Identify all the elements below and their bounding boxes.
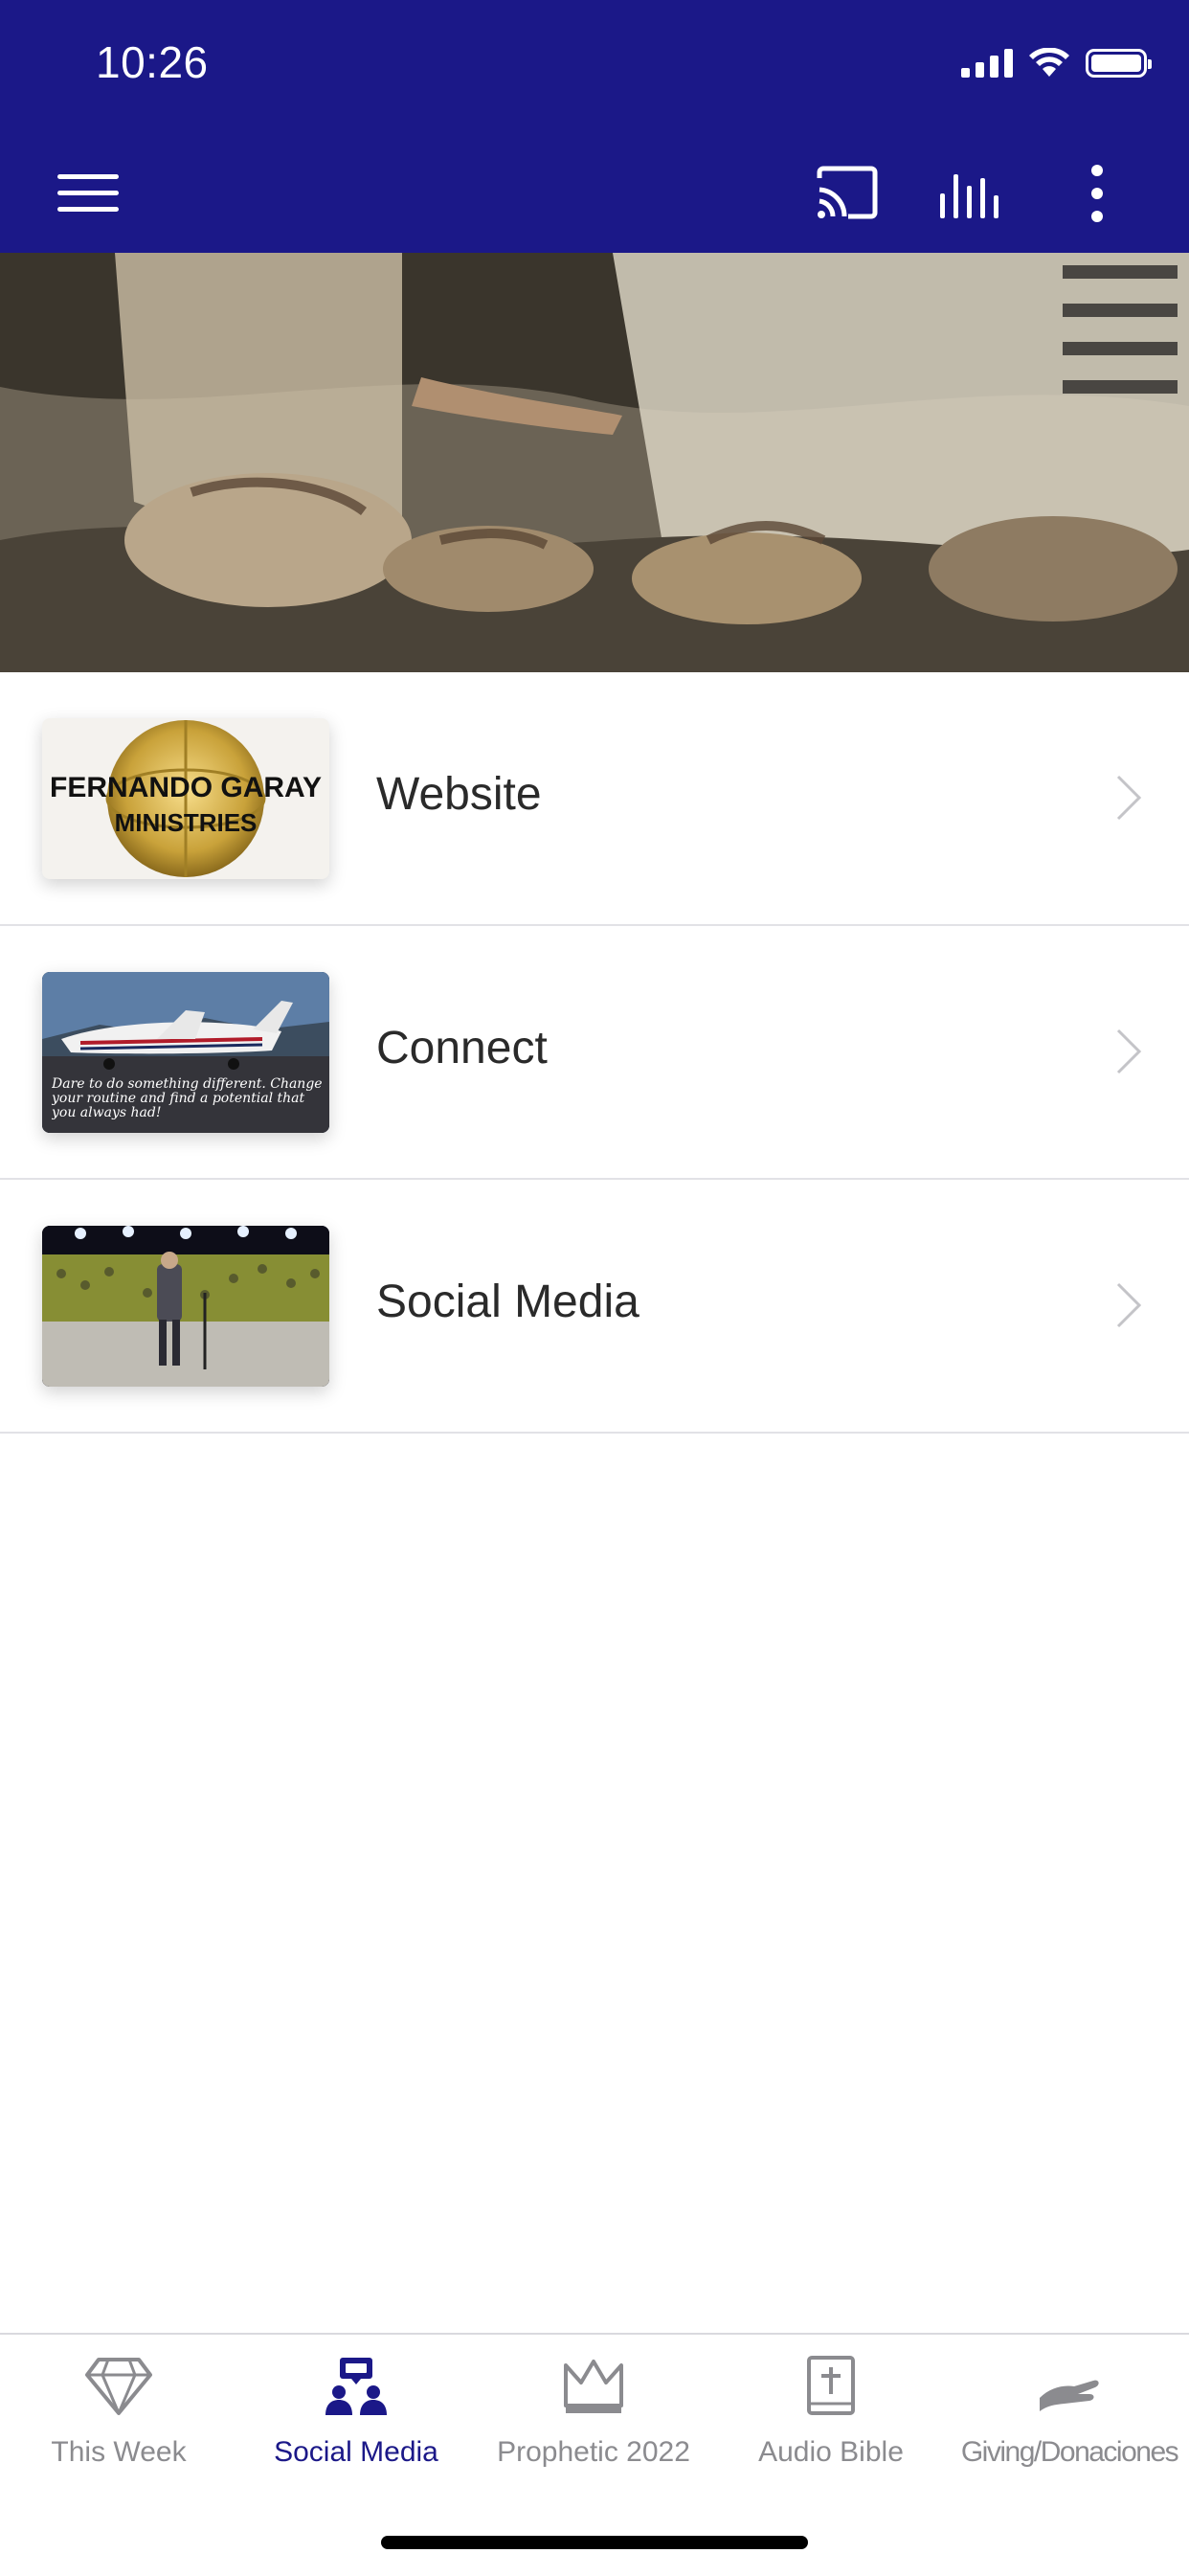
cellular-signal-icon [961,49,1013,78]
hero-banner-image [0,253,1189,672]
wifi-icon [1029,48,1069,77]
hamburger-menu-icon[interactable] [54,165,126,222]
status-bar: 10:26 [0,0,1189,134]
status-time: 10:26 [96,37,209,87]
list-item-connect[interactable]: Dare to do something different. Change y… [0,926,1189,1180]
website-thumbnail: FERNANDO GARAY MINISTRIES [42,718,329,879]
connect-thumbnail: Dare to do something different. Change y… [42,972,329,1133]
chevron-right-icon [1116,1282,1142,1328]
tab-label: Giving/Donaciones [960,2436,1179,2468]
tab-prophetic-2022[interactable]: Prophetic 2022 [475,2356,712,2509]
tab-label: This Week [51,2436,187,2468]
cast-icon[interactable] [812,161,881,226]
app-bar [0,134,1189,253]
chevron-right-icon [1116,1028,1142,1074]
list-item-label: Connect [376,1023,548,1073]
social-media-thumbnail [42,1226,329,1387]
battery-icon [1086,49,1152,78]
link-list: FERNANDO GARAY MINISTRIES Website Dare t… [0,672,1189,1434]
chevron-right-icon [1116,775,1142,821]
tab-this-week[interactable]: This Week [0,2356,237,2509]
giving-hand-icon [1040,2380,1099,2411]
list-item-label: Website [376,769,542,820]
home-indicator [381,2536,808,2549]
list-item-website[interactable]: FERNANDO GARAY MINISTRIES Website [0,672,1189,926]
tab-giving[interactable]: Giving/Donaciones [950,2356,1189,2509]
audio-bars-icon[interactable] [936,161,1005,226]
more-vertical-icon[interactable] [1063,161,1132,226]
list-item-label: Social Media [376,1277,639,1327]
crown-icon [564,2360,623,2413]
hero-illustration [0,253,1189,672]
tab-label: Social Media [274,2436,438,2468]
list-item-social-media[interactable]: Social Media [0,1180,1189,1434]
status-icons [961,48,1152,79]
tab-audio-bible[interactable]: Audio Bible [712,2356,950,2509]
people-chat-icon [325,2358,387,2415]
tab-social-media[interactable]: Social Media [237,2356,475,2509]
connect-thumb-caption: Dare to do something different. Change y… [52,1077,323,1120]
bible-icon [807,2356,855,2415]
tab-label: Audio Bible [758,2436,904,2468]
tab-label: Prophetic 2022 [497,2436,690,2468]
website-thumb-subtitle: MINISTRIES [115,808,258,837]
diamond-icon [85,2358,152,2415]
website-thumb-title: FERNANDO GARAY [50,772,322,803]
